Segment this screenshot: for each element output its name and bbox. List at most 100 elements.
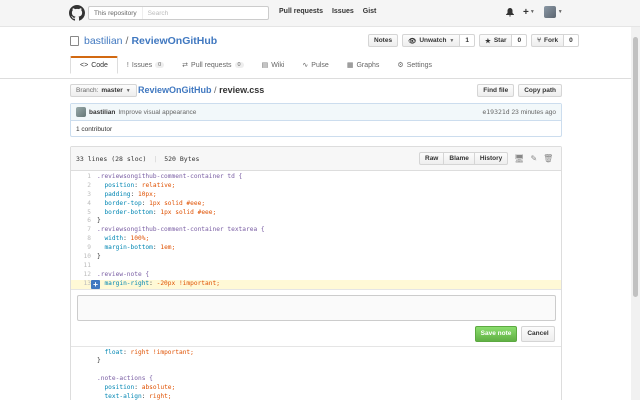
book-icon: ▤ <box>261 62 269 69</box>
repo-owner-link[interactable]: bastilian <box>84 35 123 47</box>
line-number[interactable] <box>71 366 97 375</box>
css-property: position <box>104 384 135 392</box>
notifications-bell-icon[interactable] <box>506 7 514 17</box>
tab-settings[interactable]: ⚙ Settings <box>388 56 441 74</box>
tab-label: Settings <box>406 61 432 69</box>
tab-label: Pulse <box>311 61 329 69</box>
repo-nav-tabs: <> Code ! Issues 0 ⇄ Pull requests 0 ▤ W… <box>70 56 441 74</box>
line-number[interactable] <box>71 349 97 358</box>
code-line <box>71 366 561 375</box>
search-input[interactable] <box>142 9 263 17</box>
nav-pull-requests[interactable]: Pull requests <box>279 8 323 15</box>
line-code: border-top: 1px solid #eee; <box>104 199 206 207</box>
nav-issues[interactable]: Issues <box>332 8 354 15</box>
contributors-summary[interactable]: 1 contributor <box>71 121 561 137</box>
file-actions: Raw Blame History 🖥 ✎ 🗑 <box>419 152 553 165</box>
code-line: 5 border-bottom: 1px solid #eee; <box>71 209 561 218</box>
trashcan-icon[interactable]: 🗑 <box>543 154 553 163</box>
search-box: This repository <box>88 6 269 20</box>
nav-gist[interactable]: Gist <box>363 8 377 15</box>
tab-wiki[interactable]: ▤ Wiki <box>253 56 294 74</box>
chevron-down-icon: ▼ <box>125 87 131 94</box>
file-size: 520 Bytes <box>164 155 200 163</box>
repo-name-link[interactable]: ReviewOnGitHub <box>131 35 217 47</box>
line-number[interactable]: 3 <box>71 191 97 200</box>
fork-icon: ⑂ <box>537 37 542 44</box>
line-number[interactable] <box>71 393 97 400</box>
css-property: border-top <box>104 199 142 207</box>
star-count[interactable]: 0 <box>512 34 528 47</box>
note-comment-form: Save note Cancel <box>71 288 561 347</box>
css-value: relative; <box>141 181 176 189</box>
file-header: 33 lines (28 sloc) | 520 Bytes Raw Blame… <box>71 147 561 171</box>
repo-title: bastilian / ReviewOnGitHub <box>70 35 217 47</box>
line-number[interactable]: 11 <box>71 262 97 271</box>
css-property: text-align <box>104 393 142 400</box>
line-number[interactable] <box>71 357 97 366</box>
code-line: 3 padding: 10px; <box>71 191 561 200</box>
github-logo-icon[interactable] <box>69 5 85 21</box>
latest-commit: bastilian Improve visual appearance e193… <box>71 104 561 121</box>
commit-message-link[interactable]: Improve visual appearance <box>118 109 196 116</box>
scrollbar-thumb[interactable] <box>633 37 638 297</box>
css-property: border-bottom <box>104 208 153 216</box>
user-menu[interactable]: ▼ <box>543 6 563 18</box>
fork-group: ⑂ Fork 0 <box>531 34 579 47</box>
raw-button[interactable]: Raw <box>419 152 445 165</box>
code-line: text-align: right; <box>71 393 561 400</box>
pencil-icon[interactable]: ✎ <box>530 154 537 163</box>
blame-button[interactable]: Blame <box>444 152 475 165</box>
line-number[interactable]: 10 <box>71 253 97 262</box>
page-scrollbar[interactable] <box>631 27 640 400</box>
line-number[interactable]: 4 <box>71 200 97 209</box>
copy-path-button[interactable]: Copy path <box>518 84 562 97</box>
line-code: .review-note { <box>97 270 150 278</box>
line-number[interactable] <box>71 384 97 393</box>
line-number[interactable]: 8 <box>71 235 97 244</box>
note-textarea[interactable] <box>77 294 556 321</box>
line-number[interactable]: 5 <box>71 209 97 218</box>
tab-code[interactable]: <> Code <box>70 56 118 74</box>
line-number[interactable]: 9 <box>71 244 97 253</box>
line-number[interactable]: 7 <box>71 226 97 235</box>
commit-author-link[interactable]: bastilian <box>89 109 115 116</box>
tab-pulse[interactable]: ∿ Pulse <box>293 56 337 74</box>
commit-sha-link[interactable]: e19321d <box>482 108 509 116</box>
branch-name: master <box>101 87 123 94</box>
line-number[interactable]: 12 <box>71 271 97 280</box>
branch-select-button[interactable]: Branch: master ▼ <box>70 84 137 97</box>
tab-label: Issues <box>131 61 153 69</box>
code-block: 1 .reviewsongithub-comment-container td {… <box>71 171 561 289</box>
line-code: margin-right: -20px !important; <box>104 279 220 287</box>
cancel-button[interactable]: Cancel <box>521 325 555 342</box>
chevron-down-icon: ▼ <box>529 9 535 15</box>
fork-button[interactable]: ⑂ Fork <box>531 34 565 47</box>
header-user-actions: + ▼ ▼ <box>506 6 563 18</box>
line-number[interactable]: 1 <box>71 173 97 182</box>
find-file-button[interactable]: Find file <box>477 84 515 97</box>
history-button[interactable]: History <box>474 152 509 165</box>
create-new-menu[interactable]: + ▼ <box>523 7 535 18</box>
notes-button[interactable]: Notes <box>368 34 399 47</box>
tab-issues[interactable]: ! Issues 0 <box>118 56 173 74</box>
star-button[interactable]: ★ Star <box>479 34 513 47</box>
breadcrumb-repo-link[interactable]: ReviewOnGitHub <box>138 85 212 95</box>
css-value: absolute; <box>141 384 176 392</box>
desktop-icon[interactable]: 🖥 <box>514 154 524 163</box>
line-number[interactable]: 2 <box>71 182 97 191</box>
fork-count[interactable]: 0 <box>564 34 579 47</box>
css-property: float <box>104 348 124 356</box>
add-note-icon[interactable]: + <box>91 279 100 289</box>
breadcrumb: ReviewOnGitHub / review.css <box>138 85 264 95</box>
save-note-button[interactable]: Save note <box>475 325 517 342</box>
unwatch-button[interactable]: 👁 Unwatch ▼ <box>402 34 461 47</box>
code-line: 1 .reviewsongithub-comment-container td { <box>71 173 561 182</box>
file-navigation: Branch: master ▼ ReviewOnGitHub / review… <box>70 84 562 98</box>
line-number[interactable] <box>71 375 97 384</box>
tab-label: Wiki <box>271 61 285 69</box>
watch-group: 👁 Unwatch ▼ 1 <box>402 34 475 47</box>
line-number[interactable]: 6 <box>71 217 97 226</box>
tab-pull-requests[interactable]: ⇄ Pull requests 0 <box>173 56 252 74</box>
watch-count[interactable]: 1 <box>460 34 475 47</box>
tab-graphs[interactable]: ▦ Graphs <box>338 56 389 74</box>
